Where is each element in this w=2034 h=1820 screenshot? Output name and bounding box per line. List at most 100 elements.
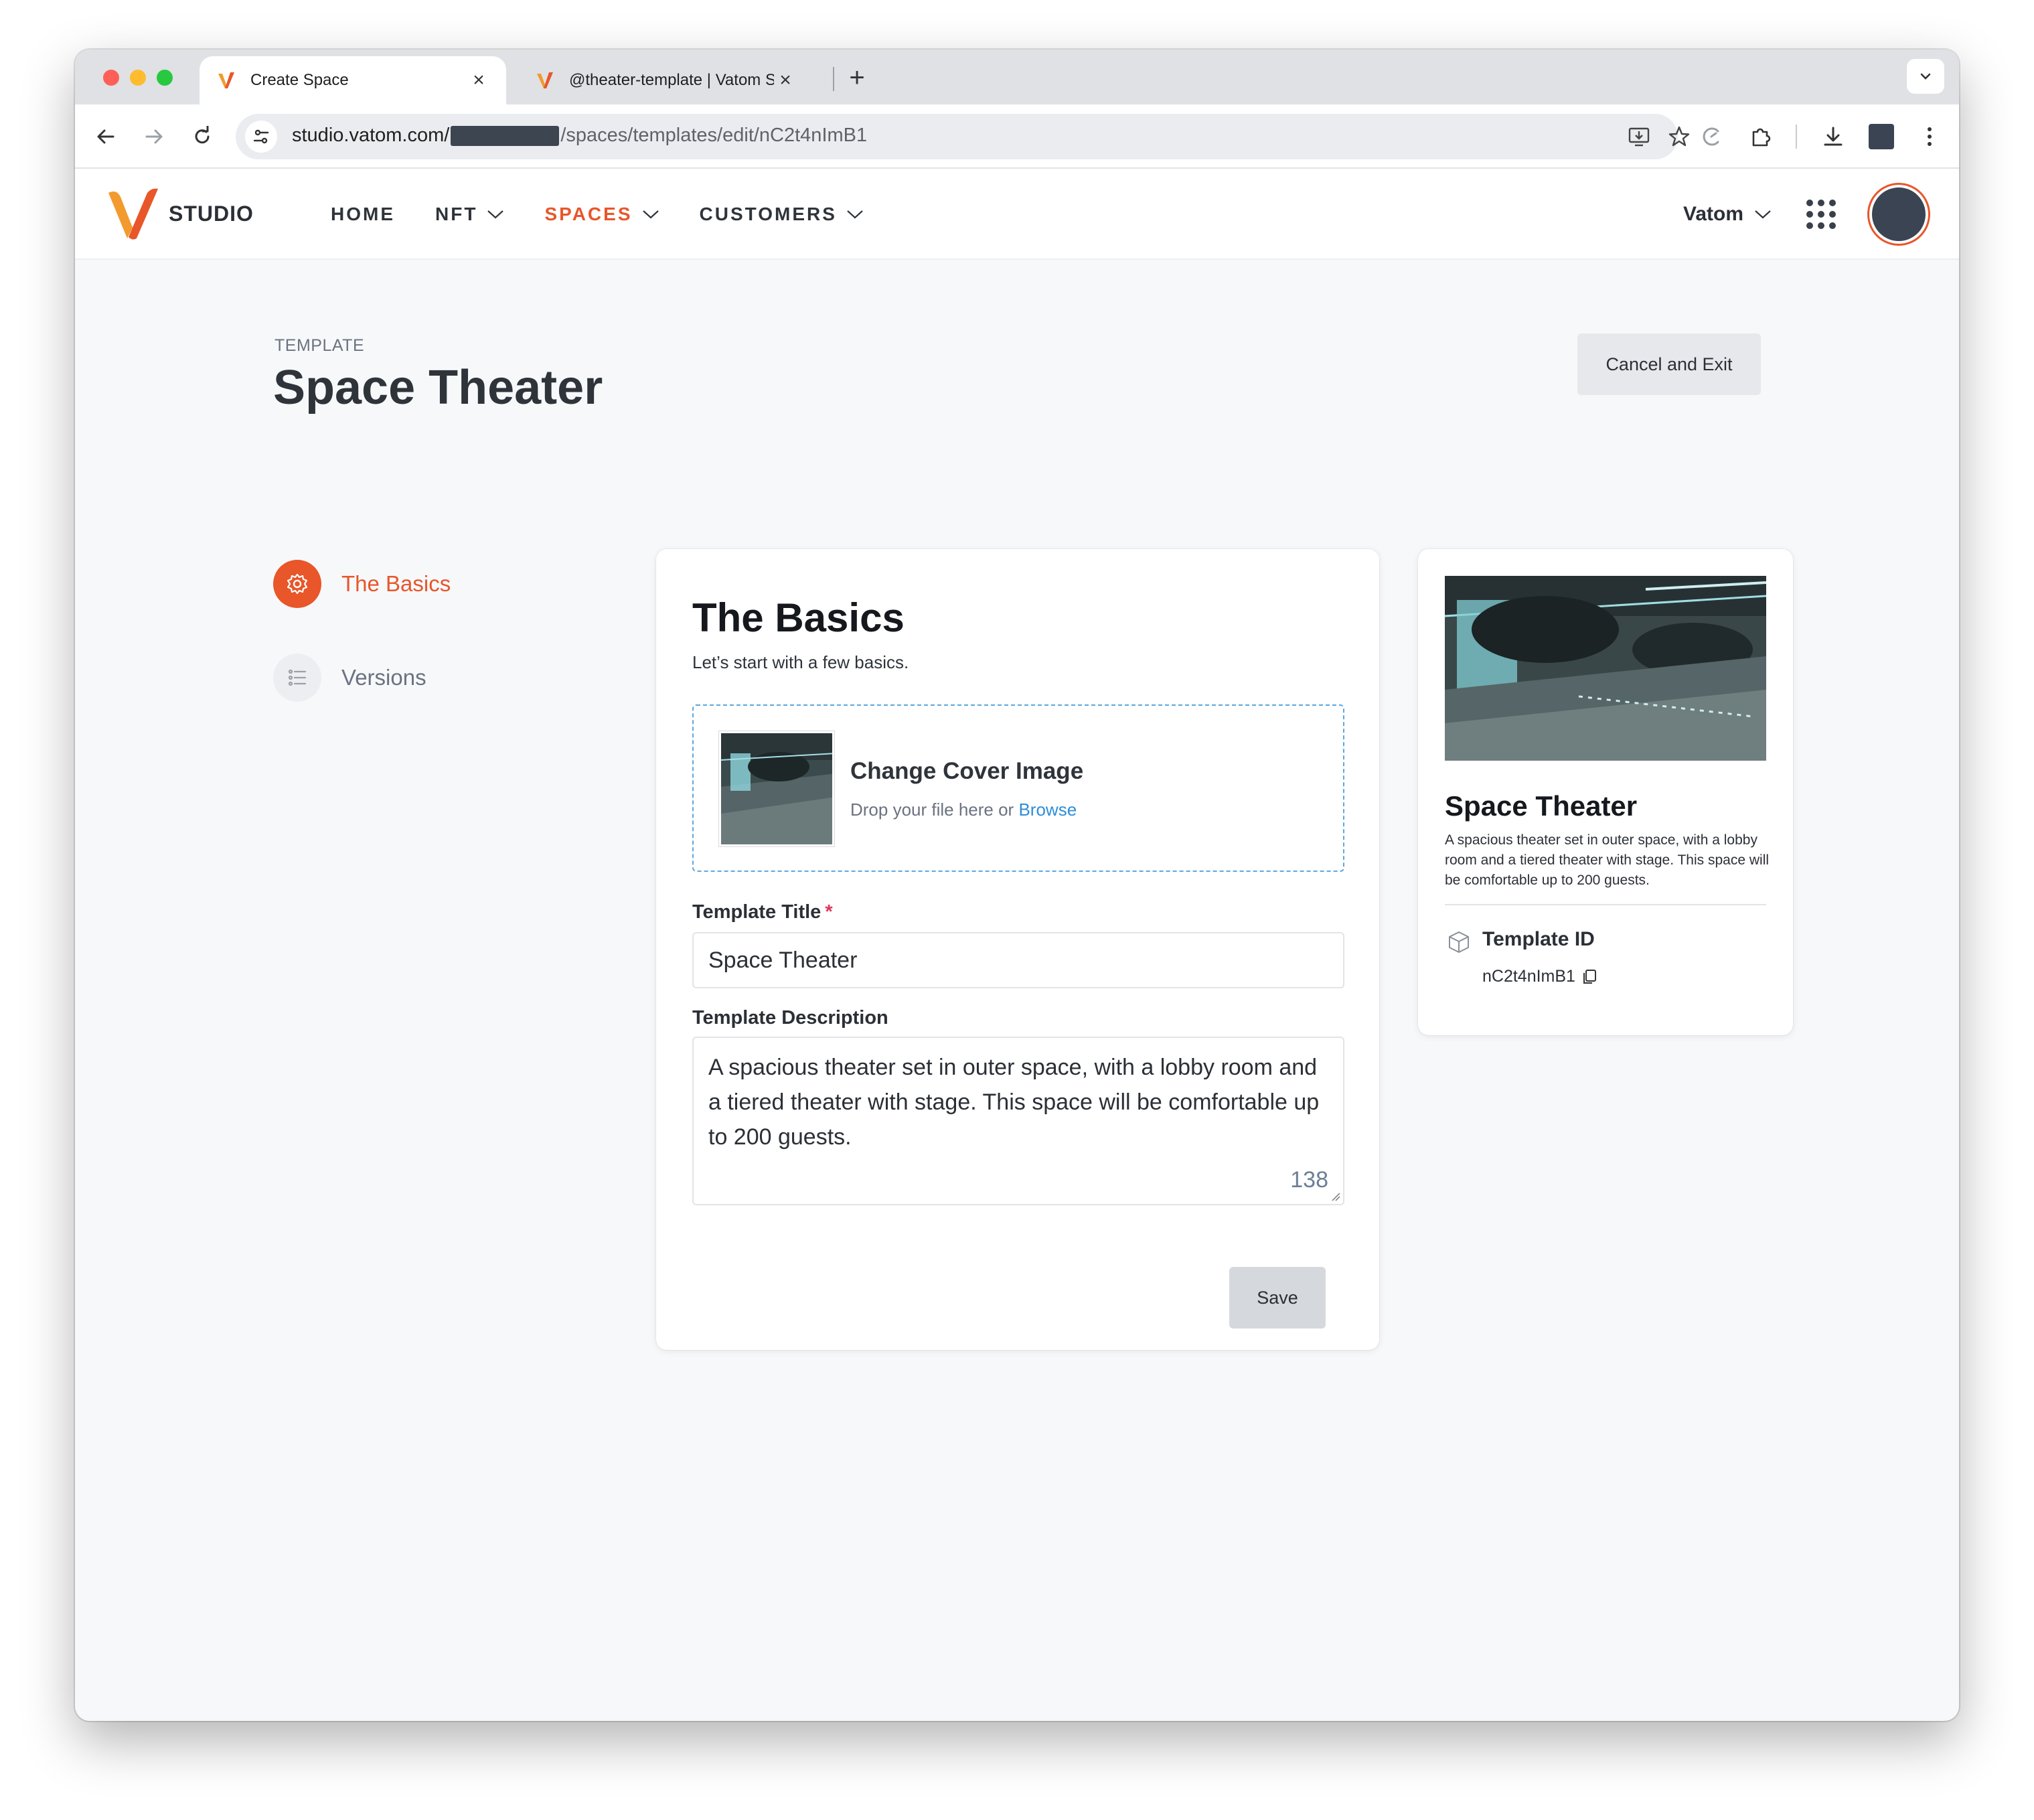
extensions-button[interactable] [1746, 122, 1776, 151]
vatom-favicon-icon [537, 72, 553, 88]
toolbar-divider [1796, 125, 1797, 149]
nav-label: HOME [331, 204, 395, 224]
nav-home[interactable]: HOME [331, 204, 395, 225]
template-preview-card: Space Theater A spacious theater set in … [1418, 549, 1793, 1035]
maximize-window-button[interactable] [157, 70, 173, 86]
kebab-menu-icon [1928, 127, 1932, 146]
url-text: studio.vatom.com/ /spaces/templates/edit… [292, 125, 867, 147]
performance-button[interactable] [1697, 122, 1726, 151]
tab-close-icon[interactable]: × [467, 69, 490, 92]
char-count: 138 [1290, 1167, 1328, 1193]
template-description-textarea[interactable]: A spacious theater set in outer space, w… [692, 1037, 1344, 1205]
forward-button[interactable] [139, 122, 169, 151]
step-icon [273, 654, 321, 702]
preview-cover-image [1445, 576, 1766, 761]
apps-grid-icon[interactable] [1806, 200, 1836, 229]
step-label: Versions [341, 665, 426, 690]
template-id-value: nC2t4nImB1 [1482, 967, 1598, 986]
chevron-down-icon [1920, 73, 1931, 80]
tune-icon [253, 129, 269, 144]
template-id-label: Template ID [1482, 928, 1595, 950]
new-tab-icon[interactable]: + [842, 63, 872, 93]
tab-title: @theater-template | Vatom Sp [569, 71, 774, 89]
brand-logo[interactable]: STUDIO [104, 186, 254, 241]
nav-label: CUSTOMERS [699, 204, 837, 224]
page-eyebrow: TEMPLATE [275, 336, 365, 355]
tab-separator [833, 67, 834, 91]
downloads-button[interactable] [1818, 122, 1848, 151]
nav-spaces[interactable]: SPACES [544, 204, 659, 225]
tab-theater-template[interactable]: @theater-template | Vatom Sp × [518, 56, 813, 104]
tab-create-space[interactable]: Create Space × [200, 56, 506, 104]
speed-icon [1703, 127, 1719, 146]
tab-bar: Create Space × @theater-template | Vatom… [75, 50, 1959, 104]
template-title-input[interactable] [692, 932, 1344, 988]
chevron-down-icon [642, 210, 659, 219]
org-switcher[interactable]: Vatom [1683, 203, 1743, 226]
url-path: /spaces/templates/edit/nC2t4nImB1 [560, 125, 868, 146]
cover-title: Change Cover Image [850, 758, 1084, 784]
app-header: STUDIO HOME NFT SPACES CUSTOMERS Vatom [75, 169, 1959, 260]
reload-icon [195, 126, 210, 144]
minimize-window-button[interactable] [130, 70, 146, 86]
step-versions[interactable]: Versions [273, 654, 426, 702]
bookmark-button[interactable] [1666, 123, 1693, 150]
url-host: studio.vatom.com/ [292, 125, 450, 146]
step-icon [273, 560, 321, 608]
arrow-left-icon [97, 129, 114, 144]
browse-link[interactable]: Browse [1018, 800, 1077, 820]
profile-icon [1869, 124, 1894, 149]
cancel-and-exit-button[interactable]: Cancel and Exit [1577, 333, 1761, 395]
main-nav: HOME NFT SPACES CUSTOMERS [331, 169, 904, 260]
required-mark: * [825, 901, 833, 923]
save-button[interactable]: Save [1229, 1267, 1326, 1329]
browser-menu-button[interactable] [1915, 122, 1944, 151]
form-heading: The Basics [692, 595, 905, 640]
template-title-label: Template Title * [692, 901, 833, 923]
form-subheading: Let’s start with a few basics. [692, 652, 909, 672]
close-window-button[interactable] [103, 70, 119, 86]
nav-label: SPACES [544, 204, 633, 224]
cover-image-dropzone[interactable]: Change Cover Image Drop your file here o… [692, 704, 1344, 872]
chevron-down-icon [487, 210, 504, 219]
install-app-button[interactable] [1626, 123, 1652, 150]
label-text: Template Title [692, 901, 822, 923]
cover-hint-text: Drop your file here or [850, 800, 1014, 820]
tab-search-button[interactable] [1907, 59, 1944, 94]
description-text: A spacious theater set in outer space, w… [708, 1055, 1320, 1150]
chevron-down-icon[interactable] [1754, 209, 1772, 220]
preview-description: A spacious theater set in outer space, w… [1445, 832, 1770, 888]
nav-customers[interactable]: CUSTOMERS [700, 204, 864, 225]
avatar[interactable] [1869, 185, 1928, 244]
page-title: Space Theater [273, 361, 603, 414]
chevron-down-icon [847, 210, 863, 219]
arrow-right-icon [145, 129, 163, 144]
page-content: TEMPLATE Space Theater Cancel and Exit T… [75, 260, 1959, 1721]
browser-window: Create Space × @theater-template | Vatom… [75, 50, 1959, 1721]
step-label: The Basics [341, 571, 451, 596]
step-the-basics[interactable]: The Basics [273, 560, 451, 608]
site-settings-button[interactable] [245, 121, 277, 153]
download-icon [1824, 127, 1843, 146]
resize-handle-icon[interactable] [1331, 1192, 1340, 1201]
brand-text: STUDIO [169, 201, 254, 226]
vatom-logo-icon [108, 188, 158, 240]
address-bar[interactable]: studio.vatom.com/ /spaces/templates/edit… [236, 114, 1690, 159]
template-description-label: Template Description [692, 1007, 888, 1029]
template-id-text: nC2t4nImB1 [1482, 967, 1575, 986]
tab-close-icon[interactable]: × [774, 69, 797, 92]
install-app-icon [1628, 127, 1650, 147]
nav-label: NFT [435, 204, 478, 224]
reload-button[interactable] [187, 122, 217, 151]
header-right: Vatom [1683, 169, 1928, 260]
profile-button[interactable] [1867, 122, 1896, 151]
browser-toolbar: studio.vatom.com/ /spaces/templates/edit… [75, 104, 1959, 169]
basics-form-card: The Basics Let’s start with a few basics… [656, 549, 1379, 1350]
puzzle-icon [1752, 128, 1771, 147]
copy-icon[interactable] [1581, 968, 1598, 986]
preview-divider [1445, 904, 1766, 905]
vatom-favicon-icon [218, 72, 234, 88]
nav-nft[interactable]: NFT [435, 204, 504, 225]
url-redacted-segment [451, 125, 560, 146]
back-button[interactable] [91, 122, 121, 151]
